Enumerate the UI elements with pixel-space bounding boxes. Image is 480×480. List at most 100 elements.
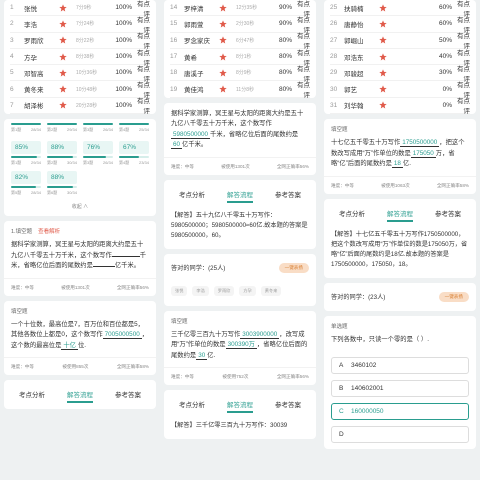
stat-cell[interactable]: 76% 第3题 26/34 bbox=[83, 141, 113, 166]
option-key: D bbox=[339, 431, 344, 439]
rank-number: 30 bbox=[330, 85, 338, 93]
student-chip[interactable]: 罗雨欣 bbox=[213, 285, 235, 296]
stat-cell-label: 第2题 29/34 bbox=[47, 123, 77, 133]
correct-count: 答对的同学：(23人) bbox=[331, 294, 386, 302]
question-index: 第1题 bbox=[11, 160, 22, 166]
choice-option-d[interactable]: D bbox=[331, 426, 469, 444]
ranking-row[interactable]: 26 唐静怡 60% 有点评 bbox=[330, 16, 470, 34]
stat-cell[interactable]: 88% 第6题 30/34 bbox=[47, 171, 77, 196]
question-index: 第5题 bbox=[11, 190, 22, 196]
blank-2[interactable] bbox=[92, 266, 115, 268]
stat-cell[interactable]: 82% 第5题 28/34 bbox=[11, 171, 41, 196]
view-analysis-link[interactable]: 查看解析 bbox=[38, 229, 60, 235]
tab-answer[interactable]: 参考答案 bbox=[275, 399, 301, 413]
student-name: 唐溪子 bbox=[184, 70, 204, 78]
correct-ratio: 30/34 bbox=[66, 190, 77, 196]
ranking-row[interactable]: 30 郭艺 0% 有点评 bbox=[330, 81, 470, 99]
tab-answer[interactable]: 参考答案 bbox=[275, 189, 301, 203]
ranking-row[interactable]: 2 李浩 7分24秒 100% 有点评 bbox=[10, 16, 150, 34]
ranking-row[interactable]: 25 扶骑楠 60% 有点评 bbox=[330, 0, 470, 18]
student-chip[interactable]: 张悦 bbox=[171, 285, 188, 296]
student-name: 黄希 bbox=[184, 54, 197, 62]
tab-analysis[interactable]: 考点分析 bbox=[19, 389, 45, 403]
ranking-row[interactable]: 5 邓智高 10分36秒 100% 有点评 bbox=[10, 65, 150, 83]
ranking-row[interactable]: 1 张悦 7分9秒 100% 有点评 bbox=[10, 0, 150, 18]
tab-answer[interactable]: 参考答案 bbox=[435, 208, 461, 222]
praise-button[interactable]: 一键表扬 bbox=[278, 262, 309, 273]
time-used: 7分24秒 bbox=[76, 21, 95, 28]
choice-option-b[interactable]: B 140602001 bbox=[331, 380, 469, 398]
ranking-row[interactable]: 14 罗梓清 12分35秒 90% 有点评 bbox=[170, 0, 310, 18]
choice-option-a[interactable]: A 3460102 bbox=[331, 357, 469, 375]
tab-solution[interactable]: 解答流程 bbox=[227, 189, 253, 203]
accuracy-bar bbox=[11, 156, 37, 159]
comment-status: 有点评 bbox=[457, 98, 470, 115]
student-chip[interactable]: 黄冬来 bbox=[260, 285, 282, 296]
stat-cell[interactable]: 85% 第1题 29/34 bbox=[11, 141, 41, 166]
student-name: 罗雨欣 bbox=[24, 38, 44, 46]
rank-number: 18 bbox=[170, 69, 178, 77]
ranking-row[interactable]: 28 邓浩东 40% 有点评 bbox=[330, 49, 470, 67]
column-right: 25 扶骑楠 60% 有点评 26 唐静怡 60% 有点评 27 郭崛山 50% 有点评 28 邓浩东 40… bbox=[324, 0, 476, 480]
choice-option-c[interactable]: C 160000050 bbox=[331, 403, 469, 421]
accuracy-bar bbox=[47, 186, 74, 189]
medal-icon bbox=[218, 85, 228, 93]
time-used: 6分47秒 bbox=[236, 37, 255, 44]
student-chip[interactable]: 方孕 bbox=[239, 285, 256, 296]
tab-solution[interactable]: 解答流程 bbox=[387, 208, 413, 222]
ranking-row[interactable]: 6 黄冬来 10分48秒 100% 有点评 bbox=[10, 81, 150, 99]
question-index: 第6题 bbox=[47, 190, 58, 196]
ranking-row[interactable]: 3 罗雨欣 8分22秒 100% 有点评 bbox=[10, 33, 150, 50]
tab-solution[interactable]: 解答流程 bbox=[227, 399, 253, 414]
stat-cell-label: 第1题 28/34 bbox=[11, 123, 41, 133]
ranking-row[interactable]: 19 黄佳鸿 11分8秒 80% 有点评 bbox=[170, 81, 310, 98]
student-name: 罗念家庆 bbox=[184, 38, 210, 46]
tab-solution[interactable]: 解答流程 bbox=[67, 389, 93, 404]
stat-cell[interactable]: 88% 第2题 30/34 bbox=[47, 141, 77, 166]
stat-cell-label: 第3题 26/34 bbox=[83, 123, 113, 133]
score-percent: 80% bbox=[278, 85, 292, 93]
student-name: 胡泽彬 bbox=[24, 103, 44, 111]
option-key: A bbox=[339, 362, 344, 370]
collapse-button[interactable]: 收起 ∧ bbox=[4, 200, 156, 216]
tab-analysis[interactable]: 考点分析 bbox=[179, 189, 205, 203]
ranking-row[interactable]: 27 郭崛山 50% 有点评 bbox=[330, 33, 470, 50]
question-type: 填空题 bbox=[171, 318, 188, 325]
score-percent: 90% bbox=[278, 20, 292, 28]
ranking-row[interactable]: 4 方孕 8分38秒 100% 有点评 bbox=[10, 49, 150, 67]
time-used: 12分35秒 bbox=[236, 5, 258, 12]
question-index: 第1题 bbox=[11, 127, 22, 133]
tab-analysis[interactable]: 考点分析 bbox=[179, 399, 205, 413]
medal-icon bbox=[218, 20, 228, 28]
ranking-row[interactable]: 7 胡泽彬 20分28秒 100% 有点评 bbox=[10, 98, 150, 115]
blank-1[interactable] bbox=[111, 255, 140, 257]
ranking-row[interactable]: 16 罗念家庆 6分47秒 80% 有点评 bbox=[170, 33, 310, 50]
correct-ratio: 23/34 bbox=[138, 160, 149, 166]
correct-ratio: 25/34 bbox=[138, 127, 149, 133]
ranking-row[interactable]: 18 唐溪子 8分9秒 80% 有点评 bbox=[170, 65, 310, 83]
ranking-row[interactable]: 31 刘华翰 0% 有点评 bbox=[330, 98, 470, 115]
ranking-row[interactable]: 15 郭雨萱 2分30秒 90% 有点评 bbox=[170, 16, 310, 34]
question-index: 第3题 bbox=[83, 160, 94, 166]
correct-ratio: 29/34 bbox=[66, 127, 77, 133]
student-name: 李浩 bbox=[24, 21, 37, 29]
tab-answer[interactable]: 参考答案 bbox=[115, 389, 141, 403]
stats-card: 第1题 28/34 第2题 29/34 第3题 26/34 第4题 25/34 85% 第1题 2… bbox=[4, 119, 156, 217]
time-used: 8分1秒 bbox=[236, 54, 252, 61]
student-chip[interactable]: 李浩 bbox=[192, 285, 209, 296]
rank-number: 5 bbox=[10, 69, 14, 77]
question-type: 1.填空题 查看解析 bbox=[11, 229, 61, 236]
student-name: 扶骑楠 bbox=[344, 5, 364, 13]
comment-status: 有点评 bbox=[297, 82, 310, 98]
praise-button[interactable]: 一键表扬 bbox=[438, 291, 469, 302]
rank-number: 15 bbox=[170, 20, 178, 28]
question-text: 一个十位数，最高位是7，百万位和百位都是5，其他各数位上都是0，这个数写作 700… bbox=[11, 320, 148, 350]
ranking-row[interactable]: 17 黄希 8分1秒 80% 有点评 bbox=[170, 49, 310, 67]
correct-students-card-175: 答对的同学：(23人) 一键表扬 bbox=[324, 282, 476, 311]
stat-cell[interactable]: 67% 第4题 23/34 bbox=[119, 141, 149, 166]
stat-cell-label: 第4题 25/34 bbox=[119, 123, 149, 133]
ranking-row[interactable]: 29 邓骏超 30% 有点评 bbox=[330, 65, 470, 83]
medal-icon bbox=[58, 20, 68, 28]
student-name: 郭崛山 bbox=[344, 38, 364, 46]
tab-analysis[interactable]: 考点分析 bbox=[339, 208, 365, 222]
